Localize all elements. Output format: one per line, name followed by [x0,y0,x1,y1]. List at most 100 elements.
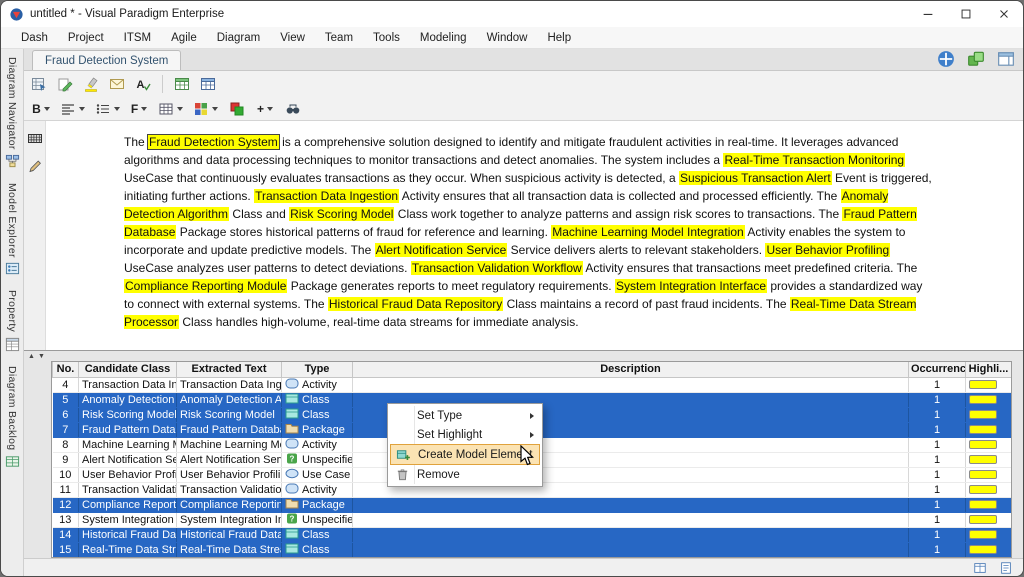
menu-item-set-highlight[interactable]: Set Highlight [390,425,540,444]
cell-highlight [966,407,1012,422]
menu-project[interactable]: Project [58,30,114,46]
highlighted-term[interactable]: Machine Learning Model Integration [551,225,744,239]
align-button[interactable] [58,99,87,119]
type-unspecified-icon: ? [285,513,299,524]
collapse-panel-button[interactable]: ▲ [28,353,35,360]
share-model-button[interactable] [965,49,987,69]
status-edit-button[interactable] [997,560,1015,576]
sidebar-tab-diagram-navigator[interactable]: Diagram Navigator [5,57,20,169]
highlighted-term[interactable]: Risk Scoring Model [289,207,394,221]
mail-button[interactable] [106,74,128,94]
table-button[interactable] [156,99,185,119]
menu-team[interactable]: Team [315,30,363,46]
expand-panel-button[interactable]: ▼ [38,353,45,360]
minimize-button[interactable] [909,1,947,27]
highlighted-term[interactable]: System Integration Interface [615,279,767,293]
highlight-color-swatch[interactable] [969,545,997,554]
highlighter-button[interactable] [80,74,102,94]
type-package-icon [285,498,299,509]
column-header-no[interactable]: No. [53,362,79,377]
menu-dash[interactable]: Dash [11,30,58,46]
highlight-color-swatch[interactable] [969,470,997,479]
column-header-extracted-text[interactable]: Extracted Text [177,362,282,377]
highlight-color-swatch[interactable] [969,380,997,389]
bold-button[interactable]: B [30,99,52,119]
column-header-type[interactable]: Type [282,362,353,377]
highlighted-term[interactable]: Fraud Detection System [148,135,279,149]
submenu-arrow-icon [530,413,534,419]
sidebar-tab-model-explorer[interactable]: Model Explorer [5,183,20,277]
text-panel-tools [24,121,46,350]
list-button[interactable] [93,99,122,119]
pencil-tool-button[interactable] [26,157,44,175]
highlight-color-swatch[interactable] [969,410,997,419]
highlighted-term[interactable]: Real-Time Transaction Monitoring [723,153,905,167]
app-logo-icon [9,7,24,22]
edit-pencil-button[interactable] [54,74,76,94]
tab-label: Fraud Detection System [45,55,168,67]
table-row[interactable]: 12Compliance Reporting ModuleCompliance … [53,497,1012,512]
toolbar-separator [162,75,163,93]
cell-highlight [966,377,1012,392]
analysis-text: The Fraud Detection System is a comprehe… [46,121,1023,350]
table-row[interactable]: 15Real-Time Data Stream ProcessorReal-Ti… [53,542,1012,557]
column-header-description[interactable]: Description [353,362,909,377]
highlight-color-swatch[interactable] [969,395,997,404]
find-button[interactable] [282,99,304,119]
highlighted-term[interactable]: Historical Fraud Data Repository [328,297,503,311]
highlighted-term[interactable]: Transaction Data Ingestion [254,189,399,203]
table-row[interactable]: 13System Integration InterfaceSystem Int… [53,512,1012,527]
tab-fraud-detection-system[interactable]: Fraud Detection System [32,50,181,70]
font-button[interactable]: F [128,99,150,119]
diagram-backlog-icon [5,454,20,469]
menu-item-remove[interactable]: Remove [390,465,540,484]
highlight-color-swatch[interactable] [969,425,997,434]
candidate-grid-button[interactable] [171,74,193,94]
sidebar-tab-property[interactable]: Property [5,290,20,351]
add-button[interactable]: + [254,99,276,119]
highlighted-term[interactable]: User Behavior Profiling [765,243,890,257]
menu-modeling[interactable]: Modeling [410,30,477,46]
color-pair-button[interactable] [226,99,248,119]
table-row[interactable]: 4Transaction Data IngestionTransaction D… [53,377,1012,392]
sidebar-tab-diagram-backlog[interactable]: Diagram Backlog [5,366,20,469]
highlight-color-swatch[interactable] [969,500,997,509]
highlight-color-swatch[interactable] [969,440,997,449]
highlight-color-swatch[interactable] [969,455,997,464]
menu-help[interactable]: Help [537,30,581,46]
cell-extracted-text: Historical Fraud Data Repository [177,527,282,542]
highlight-color-swatch[interactable] [969,485,997,494]
status-diagram-button[interactable] [971,560,989,576]
column-header-candidate-class[interactable]: Candidate Class [79,362,177,377]
table-row[interactable]: 14Historical Fraud Data RepositoryHistor… [53,527,1012,542]
column-header-highli[interactable]: Highli... [966,362,1012,377]
highlighted-term[interactable]: Compliance Reporting Module [124,279,287,293]
menu-item-set-type[interactable]: Set Type [390,406,540,425]
highlighted-term[interactable]: Transaction Validation Workflow [411,261,583,275]
grid-tool-icon [27,130,43,146]
menu-view[interactable]: View [270,30,315,46]
font-check-button[interactable]: A [132,74,154,94]
font-button-glyph: F [131,102,138,116]
highlight-color-swatch[interactable] [969,515,997,524]
color-grid-button[interactable] [191,99,220,119]
grid-tool-button[interactable] [26,129,44,147]
menu-item-create-model-element[interactable]: Create Model Element [390,444,540,465]
menu-agile[interactable]: Agile [161,30,207,46]
type-label: Class [302,409,330,421]
highlighted-term[interactable]: Alert Notification Service [375,243,508,257]
text-analysis-button[interactable] [28,74,50,94]
column-header-occurrence[interactable]: Occurrence [909,362,966,377]
cell-type: Class [282,392,353,407]
menu-diagram[interactable]: Diagram [207,30,270,46]
maximize-button[interactable] [947,1,985,27]
pan-window-button[interactable] [935,49,957,69]
menu-tools[interactable]: Tools [363,30,410,46]
highlighted-term[interactable]: Suspicious Transaction Alert [679,171,832,185]
highlight-color-swatch[interactable] [969,530,997,539]
menu-window[interactable]: Window [477,30,538,46]
close-button[interactable] [985,1,1023,27]
model-grid-button[interactable] [197,74,219,94]
menu-itsm[interactable]: ITSM [114,30,161,46]
panel-layout-button[interactable] [995,49,1017,69]
